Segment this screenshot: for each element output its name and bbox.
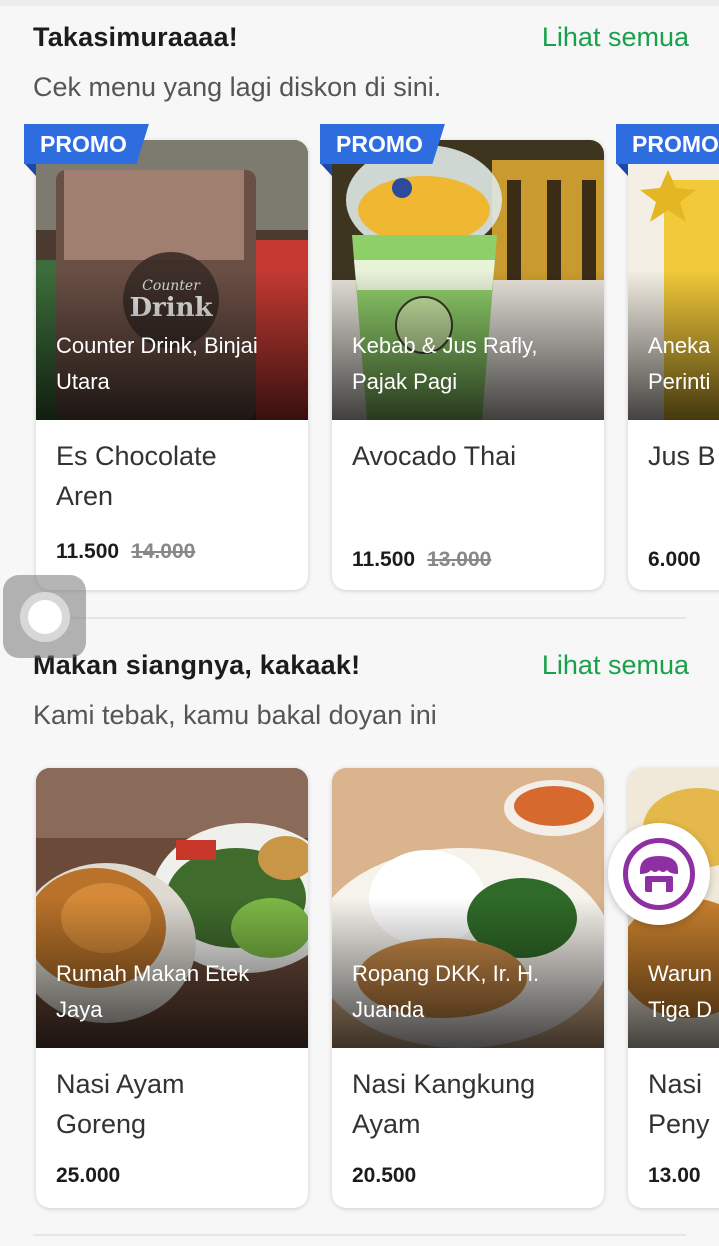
dish-name: Es Chocolate Aren bbox=[56, 436, 294, 516]
price-current: 25.000 bbox=[56, 1164, 121, 1187]
section-title: Makan siangnya, kakaak! bbox=[33, 650, 361, 680]
restaurant-name-line: Perinti bbox=[648, 369, 711, 394]
promo-badge-fold bbox=[25, 164, 36, 176]
svg-text:Drink: Drink bbox=[129, 293, 213, 323]
dish-name: Jus B bbox=[648, 436, 719, 476]
restaurant-name-line: Kebab & Jus Rafly, bbox=[352, 333, 538, 358]
promo-badge-fold bbox=[617, 164, 628, 176]
section-recommend: Makan siangnya, kakaak! Lihat semua Kami… bbox=[0, 630, 719, 1230]
menu-card[interactable]: Aneka Perinti Jus B 6.000 bbox=[628, 140, 719, 590]
restaurant-name-line: Tiga D bbox=[648, 997, 712, 1022]
section-subtitle: Cek menu yang lagi diskon di sini. bbox=[33, 72, 442, 102]
see-all-link[interactable]: Lihat semua bbox=[542, 22, 689, 53]
restaurant-name-line: Utara bbox=[56, 369, 110, 394]
price: 11.500 14.000 bbox=[56, 540, 195, 564]
restaurant-name-line: Ropang DKK, Ir. H. bbox=[352, 961, 540, 986]
restaurant-name-line: Warun bbox=[648, 961, 712, 986]
menu-image: Aneka Perinti bbox=[628, 140, 719, 420]
price: 25.000 bbox=[56, 1164, 120, 1188]
restaurant-name: Rumah Makan Etek Jaya bbox=[56, 956, 294, 1028]
restaurant-name: Warun Tiga D bbox=[648, 956, 719, 1028]
section-title: Takasimuraaaa! bbox=[33, 22, 238, 52]
section-header: Makan siangnya, kakaak! Lihat semua bbox=[33, 650, 689, 690]
price-current: 13.00 bbox=[648, 1164, 701, 1187]
menu-card[interactable]: Counter Drink Counter Drink, Binjai Utar… bbox=[36, 140, 308, 590]
dish-name: Avocado Thai bbox=[352, 436, 590, 476]
restaurant-name: Kebab & Jus Rafly, Pajak Pagi bbox=[352, 328, 590, 400]
price-current: 11.500 bbox=[56, 540, 120, 563]
restaurant-name: Ropang DKK, Ir. H. Juanda bbox=[352, 956, 590, 1028]
dish-name-line: Peny bbox=[648, 1109, 710, 1139]
price: 20.500 bbox=[352, 1164, 416, 1188]
section-promo: Takasimuraaaa! Lihat semua Cek menu yang… bbox=[0, 0, 719, 620]
merchant-icon bbox=[623, 838, 695, 910]
dish-name: Nasi Peny bbox=[648, 1064, 719, 1144]
promo-badge: PROMO bbox=[24, 124, 149, 164]
section-divider bbox=[33, 617, 686, 619]
dish-name-line: Avocado Thai bbox=[352, 441, 517, 471]
dish-name-line: Nasi Ayam bbox=[56, 1069, 185, 1099]
dish-name-line: Jus B bbox=[648, 441, 716, 471]
dish-name: Nasi Ayam Goreng bbox=[56, 1064, 294, 1144]
promo-badge-fold bbox=[321, 164, 332, 176]
section-subtitle: Kami tebak, kamu bakal doyan ini bbox=[33, 700, 437, 730]
dish-name-line: Es Chocolate bbox=[56, 441, 217, 471]
promo-badge: PROMO bbox=[616, 124, 719, 164]
restaurant-name: Counter Drink, Binjai Utara bbox=[56, 328, 294, 400]
recommend-carousel[interactable]: Rumah Makan Etek Jaya Nasi Ayam Goreng 2… bbox=[0, 760, 719, 1240]
menu-image: Rumah Makan Etek Jaya bbox=[36, 768, 308, 1048]
menu-card[interactable]: Kebab & Jus Rafly, Pajak Pagi Avocado Th… bbox=[332, 140, 604, 590]
price: 6.000 bbox=[648, 548, 701, 572]
dish-name-line: Goreng bbox=[56, 1109, 147, 1139]
merchant-fab-button[interactable] bbox=[608, 823, 710, 925]
price-current: 6.000 bbox=[648, 548, 701, 571]
restaurant-name-line: Rumah Makan Etek bbox=[56, 961, 250, 986]
svg-text:Counter: Counter bbox=[142, 278, 201, 294]
section-header: Takasimuraaaa! Lihat semua bbox=[33, 22, 689, 62]
restaurant-name-line: Juanda bbox=[352, 997, 425, 1022]
restaurant-name-line: Aneka bbox=[648, 333, 711, 358]
restaurant-name-line: Counter Drink, Binjai bbox=[56, 333, 258, 358]
price-original: 14.000 bbox=[131, 540, 196, 563]
menu-card[interactable]: Rumah Makan Etek Jaya Nasi Ayam Goreng 2… bbox=[36, 768, 308, 1208]
price: 13.00 bbox=[648, 1164, 701, 1188]
section-divider bbox=[33, 1234, 686, 1236]
restaurant-name: Aneka Perinti bbox=[648, 328, 719, 400]
assistive-touch-icon bbox=[20, 592, 70, 642]
dish-name-line: Ayam bbox=[352, 1109, 421, 1139]
menu-card[interactable]: Ropang DKK, Ir. H. Juanda Nasi Kangkung … bbox=[332, 768, 604, 1208]
menu-image: Ropang DKK, Ir. H. Juanda bbox=[332, 768, 604, 1048]
dish-name-line: Nasi Kangkung bbox=[352, 1069, 536, 1099]
restaurant-name-line: Jaya bbox=[56, 997, 103, 1022]
promo-badge: PROMO bbox=[320, 124, 445, 164]
dish-name-line: Aren bbox=[56, 481, 114, 511]
menu-image: Counter Drink Counter Drink, Binjai Utar… bbox=[36, 140, 308, 420]
dish-name: Nasi Kangkung Ayam bbox=[352, 1064, 590, 1144]
menu-image: Kebab & Jus Rafly, Pajak Pagi bbox=[332, 140, 604, 420]
promo-carousel[interactable]: Counter Drink Counter Drink, Binjai Utar… bbox=[0, 118, 719, 598]
price-current: 11.500 bbox=[352, 548, 416, 571]
price-original: 13.000 bbox=[427, 548, 492, 571]
price: 11.500 13.000 bbox=[352, 548, 491, 572]
price-current: 20.500 bbox=[352, 1164, 417, 1187]
assistive-touch-button[interactable] bbox=[3, 575, 86, 658]
dish-name-line: Nasi bbox=[648, 1069, 703, 1099]
restaurant-name-line: Pajak Pagi bbox=[352, 369, 458, 394]
see-all-link[interactable]: Lihat semua bbox=[542, 650, 689, 681]
